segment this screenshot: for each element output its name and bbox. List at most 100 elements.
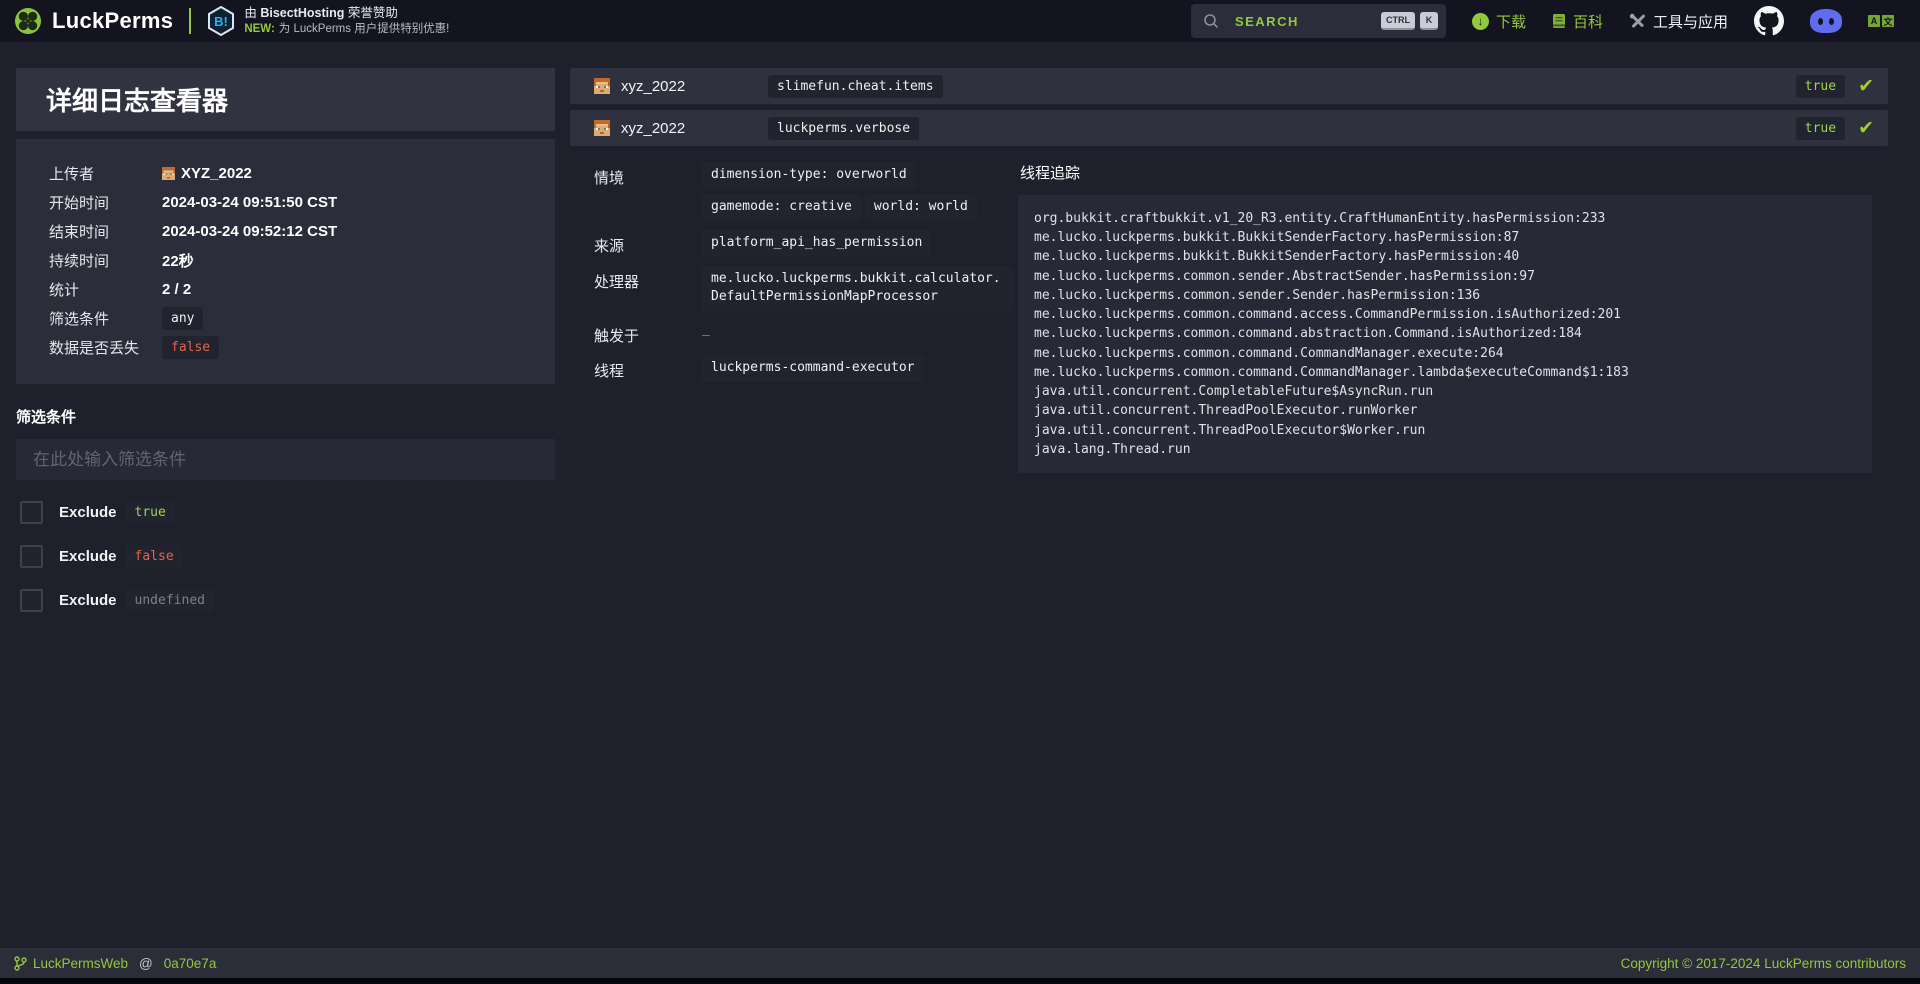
github-icon[interactable] xyxy=(1754,6,1784,36)
detail-value-badge: luckperms-command-executor xyxy=(702,355,924,382)
k-keycap: K xyxy=(1420,12,1438,30)
exclude-checkbox-undefined[interactable] xyxy=(20,589,43,612)
discord-icon[interactable] xyxy=(1810,9,1842,33)
permission-badge: luckperms.verbose xyxy=(768,117,919,140)
meta-label: 数据是否丢失 xyxy=(49,337,162,358)
meta-value: XYZ_2022 xyxy=(162,165,252,182)
exclude-row: Excludetrue xyxy=(16,501,555,524)
detail-empty-value: – xyxy=(702,320,710,342)
meta-value: 2024-03-24 09:52:12 CST xyxy=(162,223,337,240)
filter-input[interactable] xyxy=(16,439,555,480)
meta-label: 开始时间 xyxy=(49,192,162,213)
meta-row: 持续时间22秒 xyxy=(49,246,555,275)
badge-line: luckperms-command-executor xyxy=(702,355,924,382)
luckperms-logo-icon xyxy=(14,7,42,35)
trace-line: java.util.concurrent.ThreadPoolExecutor.… xyxy=(1034,401,1856,420)
row-result: true✔ xyxy=(1796,117,1874,140)
search-label: SEARCH xyxy=(1235,14,1299,29)
uploader-name: XYZ_2022 xyxy=(181,165,252,182)
sponsor-banner[interactable]: B! 由 BisectHosting 荣誉赞助 NEW:为 LuckPerms … xyxy=(207,6,449,36)
detail-value-badge: dimension-type: overworld xyxy=(702,162,916,189)
trace-line: org.bukkit.craftbukkit.v1_20_R3.entity.C… xyxy=(1034,209,1856,228)
thread-trace: 线程追踪 org.bukkit.craftbukkit.v1_20_R3.ent… xyxy=(1018,162,1872,473)
footer-repo-link[interactable]: LuckPermsWeb xyxy=(33,956,128,971)
translate-icon[interactable]: A 文 xyxy=(1868,15,1894,27)
player-name: xyz_2022 xyxy=(621,78,685,95)
detail-field-values: dimension-type: overworld gamemode: creat… xyxy=(702,162,977,221)
navbar: LuckPerms B! 由 BisectHosting 荣誉赞助 NEW:为 … xyxy=(0,0,1920,42)
detail-value-badge: platform_api_has_permission xyxy=(702,230,931,257)
trace-line: me.lucko.luckperms.bukkit.BukkitSenderFa… xyxy=(1034,247,1856,266)
badge-line: dimension-type: overworld xyxy=(702,162,977,189)
trace-line: me.lucko.luckperms.common.command.Comman… xyxy=(1034,363,1856,382)
ctrl-keycap: CTRL xyxy=(1381,12,1415,30)
detail-value-badge: me.lucko.luckperms.bukkit.calculator.Def… xyxy=(702,266,1014,312)
footer: LuckPermsWeb @ 0a70e7a Copyright © 2017-… xyxy=(0,948,1920,978)
trace-heading: 线程追踪 xyxy=(1020,162,1872,183)
exclude-row: Exclude false xyxy=(16,545,555,568)
meta-value: any xyxy=(162,307,203,330)
exclude-checkbox-true[interactable] xyxy=(20,501,43,524)
meta-row: 开始时间2024-03-24 09:51:50 CST xyxy=(49,188,555,217)
svg-text:B!: B! xyxy=(214,14,228,29)
search-hotkeys: CTRL K xyxy=(1381,12,1438,30)
exclude-label: Exclude xyxy=(59,548,117,565)
meta-row: 数据是否丢失false xyxy=(49,333,555,362)
footer-at: @ xyxy=(139,956,153,971)
check-icon: ✔ xyxy=(1858,77,1874,96)
brand[interactable]: LuckPerms xyxy=(14,7,173,35)
page-title: 详细日志查看器 xyxy=(46,81,525,118)
detail-field: 线程luckperms-command-executor xyxy=(594,355,1018,382)
detail-field-label: 情境 xyxy=(594,162,702,221)
meta-label: 筛选条件 xyxy=(49,308,162,329)
check-icon: ✔ xyxy=(1858,119,1874,138)
meta-code-badge: any xyxy=(162,307,203,330)
detail-field-label: 触发于 xyxy=(594,320,702,346)
log-row[interactable]: xyz_2022slimefun.cheat.itemstrue✔ xyxy=(570,68,1888,104)
permission-badge: slimefun.cheat.items xyxy=(768,75,943,98)
nav-link-tools[interactable]: 工具与应用 xyxy=(1629,11,1728,32)
search-input[interactable]: SEARCH CTRL K xyxy=(1191,4,1446,38)
git-branch-icon xyxy=(14,956,27,971)
trace-line: me.lucko.luckperms.common.command.access… xyxy=(1034,305,1856,324)
meta-label: 上传者 xyxy=(49,163,162,184)
trace-line: java.lang.Thread.run xyxy=(1034,440,1856,459)
badge-line: me.lucko.luckperms.bukkit.calculator.Def… xyxy=(702,266,1014,312)
bottom-strip xyxy=(0,978,1920,984)
nav-right: SEARCH CTRL K ↓ 下载 百科 工具与应用 A xyxy=(1191,4,1894,38)
badge-line: gamemode: creativeworld: world xyxy=(702,194,977,221)
footer-repo: LuckPermsWeb @ 0a70e7a xyxy=(14,956,216,971)
filter-heading: 筛选条件 xyxy=(16,406,555,427)
meta-label: 持续时间 xyxy=(49,250,162,271)
uploader-avatar xyxy=(162,167,175,180)
exclude-checkbox-false[interactable] xyxy=(20,545,43,568)
content: 详细日志查看器 上传者 XYZ_2022 开始时间2024-03-24 09:51:… xyxy=(0,42,1920,948)
exclude-label: Exclude xyxy=(59,592,117,609)
meta-row: 上传者 XYZ_2022 xyxy=(49,159,555,188)
trace-line: me.lucko.luckperms.common.sender.Abstrac… xyxy=(1034,267,1856,286)
meta-label: 统计 xyxy=(49,279,162,300)
nav-link-wiki[interactable]: 百科 xyxy=(1552,11,1603,32)
detail-field: 来源platform_api_has_permission xyxy=(594,230,1018,257)
log-row-user: xyz_2022 xyxy=(594,78,768,95)
trace-line: me.lucko.luckperms.common.sender.Sender.… xyxy=(1034,286,1856,305)
trace-line: me.lucko.luckperms.common.command.Comman… xyxy=(1034,344,1856,363)
detail-field: 情境dimension-type: overworld gamemode: cre… xyxy=(594,162,1018,221)
footer-commit-link[interactable]: 0a70e7a xyxy=(164,956,217,971)
page-title-card: 详细日志查看器 xyxy=(16,68,555,131)
detail-field-values: me.lucko.luckperms.bukkit.calculator.Def… xyxy=(702,266,1014,312)
log-row[interactable]: xyz_2022 luckperms.verbose true✔ xyxy=(570,110,1888,146)
exclude-label: Exclude xyxy=(59,504,117,521)
log-detail: 情境dimension-type: overworld gamemode: cre… xyxy=(570,152,1888,473)
meta-label: 结束时间 xyxy=(49,221,162,242)
meta-value: false xyxy=(162,336,219,359)
nav-link-download[interactable]: ↓ 下载 xyxy=(1472,11,1526,32)
exclude-value-badge: false xyxy=(126,545,183,568)
detail-field-label: 线程 xyxy=(594,355,702,382)
trace-box: org.bukkit.craftbukkit.v1_20_R3.entity.C… xyxy=(1018,195,1872,473)
download-icon: ↓ xyxy=(1472,13,1489,30)
meta-row: 结束时间2024-03-24 09:52:12 CST xyxy=(49,217,555,246)
player-name: xyz_2022 xyxy=(621,120,685,137)
detail-field-label: 来源 xyxy=(594,230,702,257)
detail-field-values: luckperms-command-executor xyxy=(702,355,924,382)
